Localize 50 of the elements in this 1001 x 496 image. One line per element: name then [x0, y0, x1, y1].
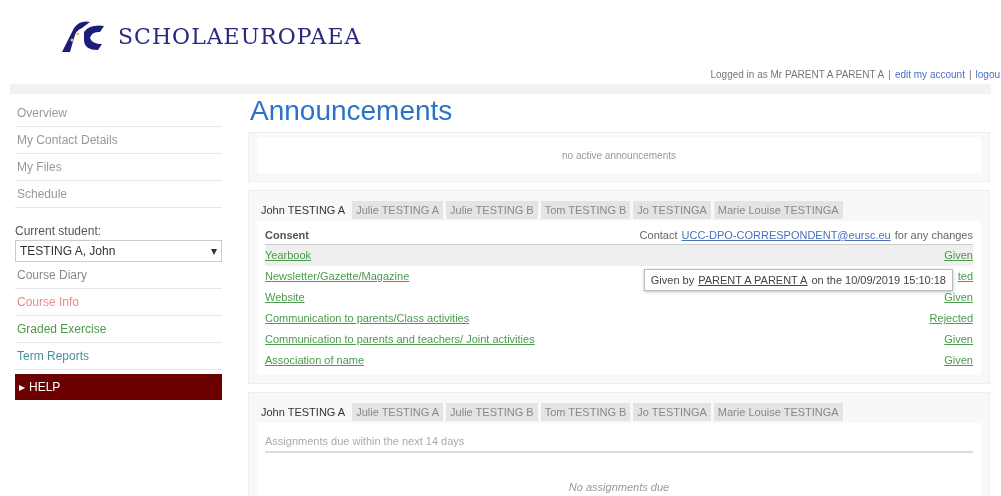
sidebar-item[interactable]: Schedule	[15, 181, 222, 208]
student-tab[interactable]: Jo TESTINGA	[633, 201, 711, 219]
student-label: Current student:	[15, 224, 103, 238]
status-link[interactable]: ted	[957, 270, 973, 283]
consent-link[interactable]: Newsletter/Gazette/Magazine	[265, 270, 410, 283]
separator: |	[968, 69, 972, 80]
student-tab[interactable]: Julie TESTING B	[446, 403, 538, 421]
student-tab[interactable]: John TESTING A	[257, 201, 350, 219]
student-tab[interactable]: Julie TESTING A	[352, 403, 444, 421]
student-tab[interactable]: Marie Louise TESTINGA	[713, 403, 843, 421]
status-link[interactable]: Given	[944, 354, 973, 367]
page-title: Announcements	[250, 94, 454, 128]
student-tab[interactable]: Tom TESTING B	[540, 403, 631, 421]
column-heading: Consent	[265, 229, 309, 241]
status-link[interactable]: Given	[944, 249, 973, 262]
consent-link[interactable]: Association of name	[265, 354, 365, 367]
student-tab[interactable]: John TESTING A	[257, 403, 350, 421]
student-tab[interactable]: Tom TESTING B	[540, 201, 631, 219]
email-link[interactable]: UCC-DPO-CORRESPONDENT@eursc.eu	[681, 229, 891, 241]
student-tab[interactable]: Julie TESTING A	[352, 201, 444, 219]
section-heading: Assignments due within the next 14 days	[265, 431, 973, 453]
status-link[interactable]: Given	[944, 291, 973, 304]
sidebar-item[interactable]: Overview	[15, 100, 222, 127]
sidebar-item[interactable]: My Files	[15, 154, 222, 181]
edit-account-link[interactable]: edit my account	[894, 69, 965, 80]
student-tab[interactable]: Jo TESTINGA	[633, 403, 711, 421]
login-status: Logged in as Mr PARENT A PARENT A	[710, 69, 885, 80]
consent-link[interactable]: Communication to parents/Class activities	[265, 312, 470, 325]
contact-text: Contact	[639, 229, 678, 241]
status-link[interactable]: Given	[944, 333, 973, 346]
empty-message: No assignments due	[567, 480, 671, 495]
consent-link[interactable]: Yearbook	[265, 249, 312, 262]
sidebar-item[interactable]: Course Info	[15, 289, 222, 316]
sidebar-item[interactable]: My Contact Details	[15, 127, 222, 154]
help-button[interactable]: ▸ HELP	[15, 374, 222, 400]
sidebar-item[interactable]: Course Diary	[15, 262, 222, 289]
consent-link[interactable]: Website	[265, 291, 305, 304]
sidebar-item[interactable]: Term Reports	[15, 343, 222, 370]
separator: |	[888, 69, 891, 80]
student-select[interactable]: TESTING A, John ▾	[15, 240, 222, 262]
logout-link[interactable]: logou	[975, 69, 1000, 80]
empty-message: no active announcements	[562, 149, 676, 161]
sidebar-item[interactable]: Graded Exercise	[15, 316, 222, 343]
consent-link[interactable]: Communication to parents and teachers/ Joint activities	[265, 333, 535, 346]
status-link[interactable]: Rejected	[929, 312, 973, 325]
tooltip: Given by PARENT A PARENT A on the 10/09/2019 15:10:18	[643, 269, 953, 291]
logo-text: SCHOLAEUROPAEA	[118, 23, 362, 49]
student-tab[interactable]: Marie Louise TESTINGA	[713, 201, 843, 219]
contact-text: for any changes	[894, 229, 973, 241]
student-tab[interactable]: Julie TESTING B	[446, 201, 538, 219]
